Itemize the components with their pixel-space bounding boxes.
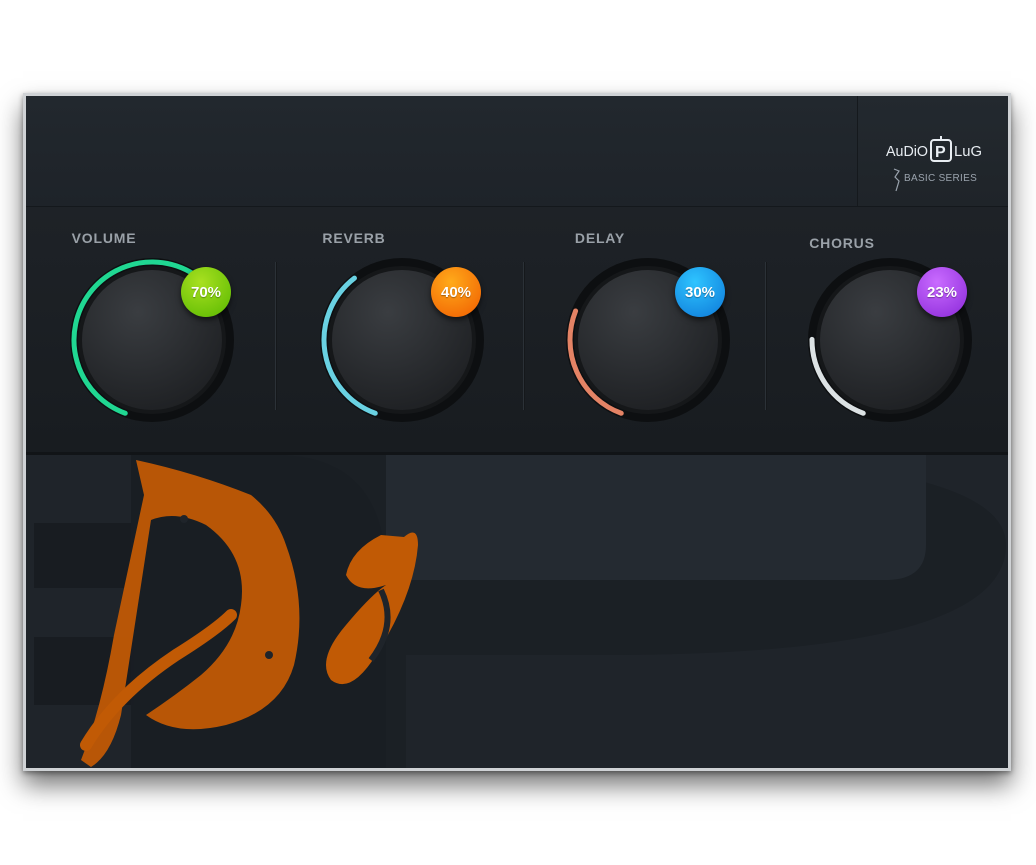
divider <box>765 262 766 410</box>
divider <box>523 262 524 410</box>
divider <box>275 262 276 410</box>
svg-text:LuG: LuG <box>954 143 982 160</box>
knob-label: VOLUME <box>71 230 137 246</box>
knob-chorus[interactable]: CHORUS 23% <box>788 207 988 452</box>
audioplug-logo: AuDiO P LuG <box>886 136 982 162</box>
value-badge: 23% <box>917 267 967 317</box>
knob-delay[interactable]: DELAY 30% <box>546 207 746 452</box>
value-badge: 30% <box>675 267 725 317</box>
controls-panel: VOLUME 70% REVERB 40% DELAY 30% CHORUS 2… <box>26 207 1008 455</box>
header-bar: AuDiO P LuG BASIC SERIES <box>26 96 1008 209</box>
value-badge: 40% <box>431 267 481 317</box>
squiggle-icon <box>893 168 900 192</box>
brand-area: D8 <box>26 455 1008 768</box>
product-mark-text: D8 <box>26 455 28 456</box>
knob-label: DELAY <box>574 230 626 246</box>
series-label: BASIC SERIES <box>904 173 978 184</box>
knob-label: CHORUS <box>809 235 875 251</box>
value-badge: 70% <box>181 267 231 317</box>
plugin-window: AuDiO P LuG BASIC SERIES VOLUME 70% REVE… <box>23 93 1011 771</box>
knob-volume[interactable]: VOLUME 70% <box>50 207 250 452</box>
knob-reverb[interactable]: REVERB 40% <box>300 207 500 452</box>
logo-panel: AuDiO P LuG BASIC SERIES <box>857 96 1008 206</box>
svg-text:P: P <box>935 144 946 161</box>
background-logo: D8 <box>26 455 1006 768</box>
knob-label: REVERB <box>322 230 386 246</box>
svg-text:AuDiO: AuDiO <box>886 143 928 160</box>
